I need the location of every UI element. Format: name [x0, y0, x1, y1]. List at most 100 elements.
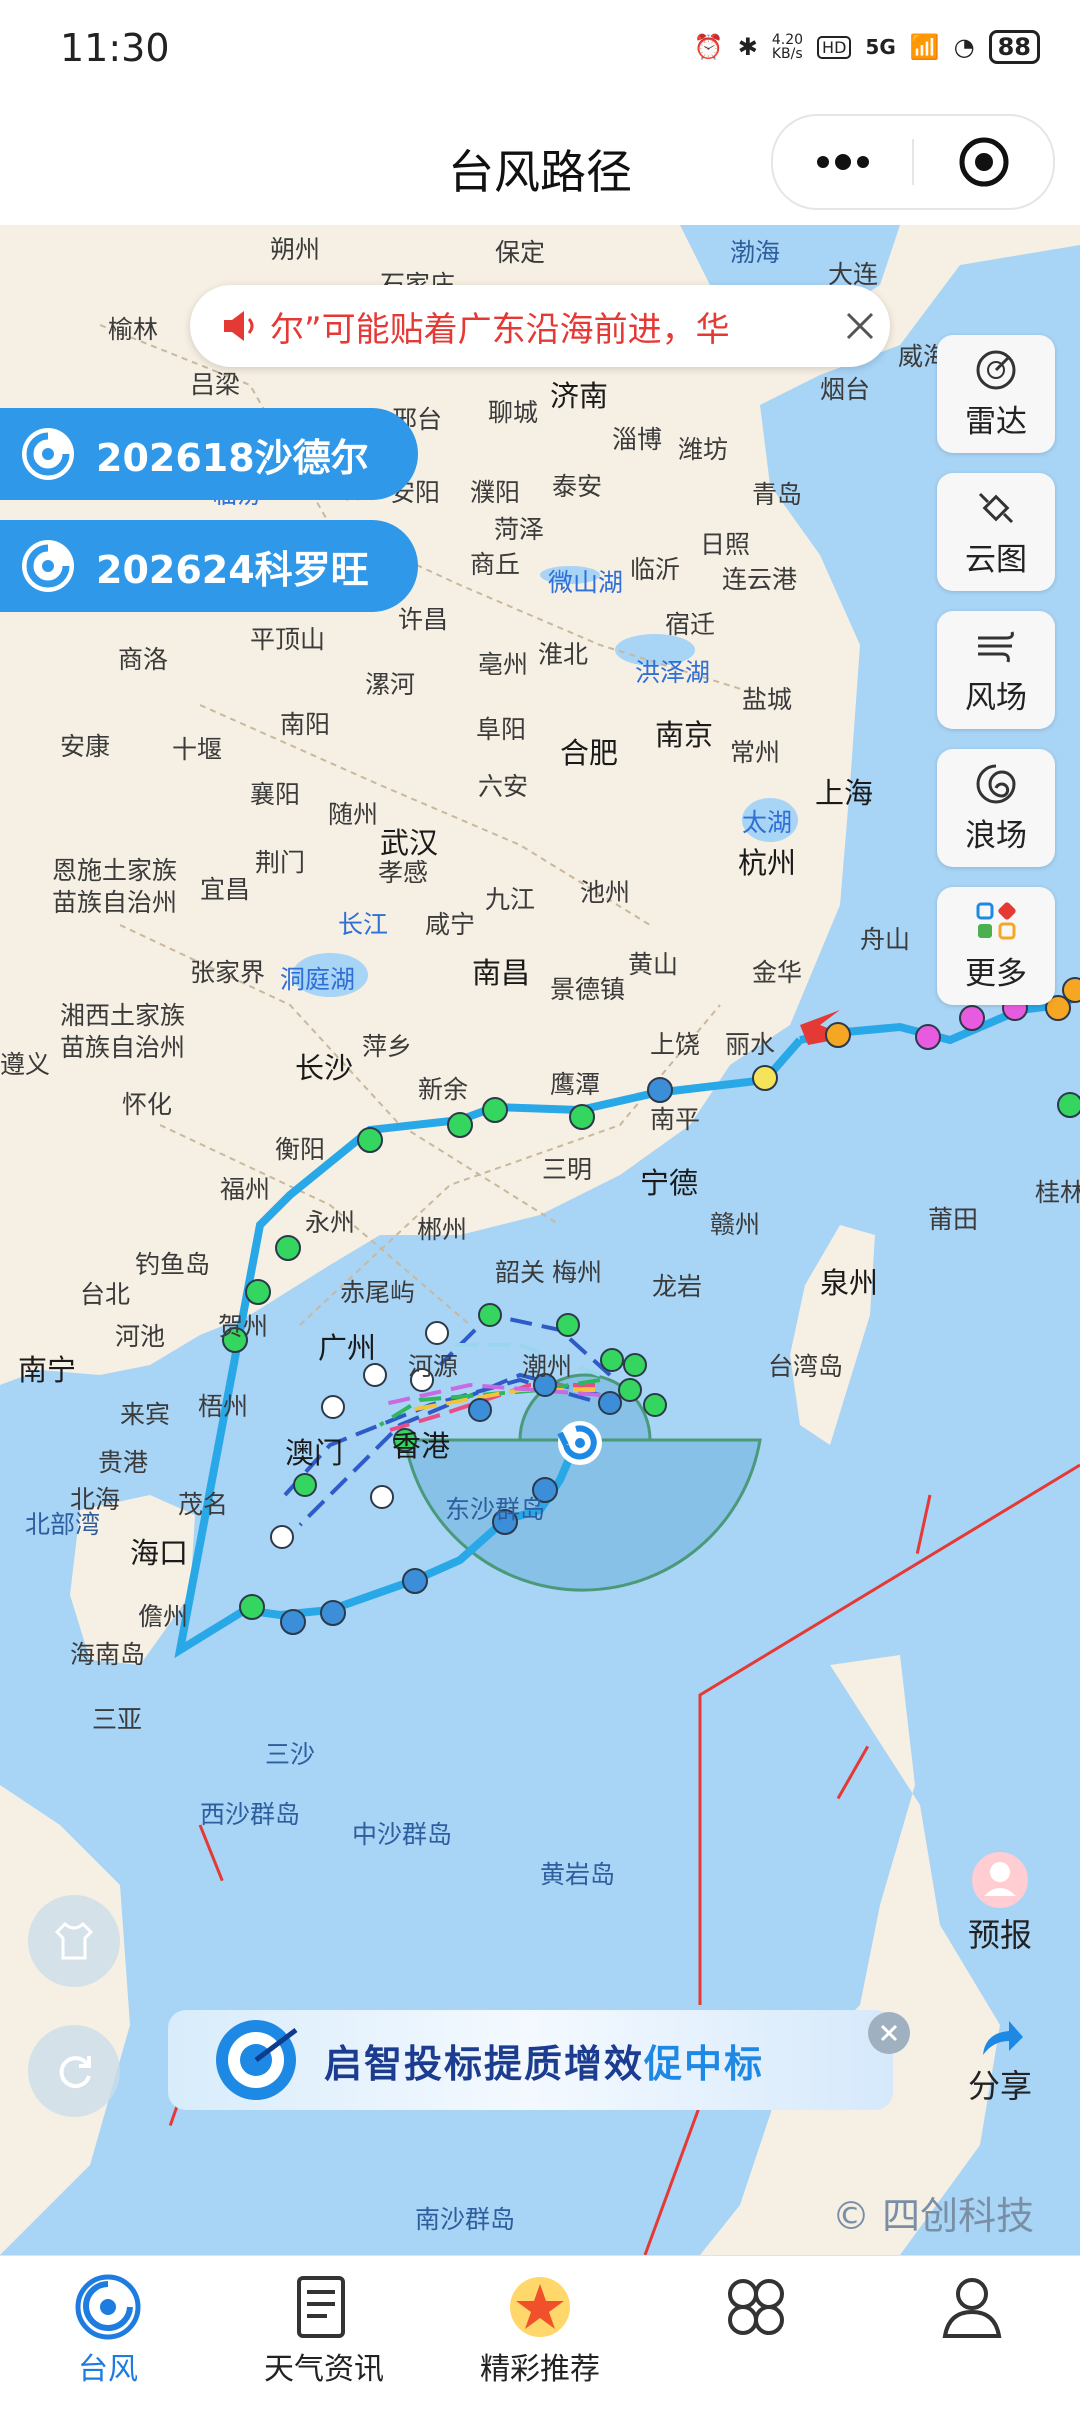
newspaper-icon — [297, 2276, 345, 2338]
layer-toggle-button[interactable] — [28, 1895, 120, 1987]
refresh-button[interactable] — [28, 2025, 120, 2117]
map-label: 北部湾 — [25, 1510, 101, 1539]
share-button[interactable]: 分享 — [940, 2015, 1060, 2107]
nav-featured[interactable]: 精彩推荐 — [432, 2256, 648, 2409]
map-label: 宿迁 — [665, 610, 716, 639]
map-label: 桂林 — [1035, 1178, 1080, 1207]
wifi-icon: ◔ — [953, 33, 975, 61]
map-label: 河源 — [408, 1352, 459, 1381]
forecast-label: 预报 — [967, 1916, 1032, 1954]
map-label: 咸宁 — [425, 910, 476, 939]
map-label: 微山湖 — [548, 568, 624, 597]
map-label: 商洛 — [118, 645, 169, 674]
notice-bar[interactable]: 尔”可能贴着广东沿海前进，华 — [190, 285, 890, 367]
nav-label: 天气资讯 — [264, 2352, 384, 2387]
map-label: 泰安 — [552, 472, 603, 501]
map-label: 澳门 — [285, 1436, 344, 1470]
map-label: 福州 — [220, 1175, 271, 1204]
map-label: 恩施土家族苗族自治州 — [52, 856, 178, 917]
map-label: 东沙群岛 — [445, 1495, 546, 1524]
typhoon-item[interactable]: 202618沙德尔 — [0, 408, 418, 500]
map-label: 黄山 — [628, 950, 679, 979]
map-label: 景德镇 — [550, 975, 626, 1004]
map-label: 宁德 — [640, 1166, 699, 1200]
map-label: 十堰 — [172, 735, 223, 764]
nav-label: 精彩推荐 — [480, 2352, 600, 2387]
map-label: 洪泽湖 — [635, 658, 711, 687]
map-label: 萍乡 — [362, 1032, 413, 1061]
nav-apps[interactable] — [648, 2256, 864, 2409]
tool-radar[interactable]: 雷达 — [937, 335, 1055, 453]
map-label: 中沙群岛 — [352, 1820, 453, 1849]
map-label: 茂名 — [178, 1490, 229, 1519]
map-label: 贵港 — [98, 1448, 149, 1477]
map-label: 朔州 — [270, 235, 321, 264]
map-label: 丽水 — [725, 1030, 776, 1059]
net-speed: 4.20 KB/s — [771, 32, 804, 62]
map-label: 泉州 — [820, 1266, 879, 1300]
tool-wave[interactable]: 浪场 — [937, 749, 1055, 867]
target-logo-icon — [216, 2020, 298, 2100]
bluetooth-icon: ✱ — [737, 33, 758, 61]
ad-banner[interactable]: 启智投标提质增效促中标 — [168, 2010, 893, 2110]
star-badge-icon — [510, 2277, 570, 2337]
close-notice-button[interactable] — [830, 310, 890, 342]
tool-satellite[interactable]: 云图 — [937, 473, 1055, 591]
map-label: 台湾岛 — [768, 1352, 844, 1381]
close-icon — [846, 312, 874, 340]
typhoon-icon — [22, 428, 74, 480]
map-label: 衡阳 — [275, 1135, 326, 1164]
map-label: 池州 — [580, 878, 631, 907]
status-bar: 11:30 ⏰ ✱ 4.20 KB/s HD 5G 📶 ◔ 88 — [0, 0, 1080, 100]
map-label: 漯河 — [365, 670, 416, 699]
nav-typhoon[interactable]: 台风 — [0, 2256, 216, 2409]
map-label: 南京 — [655, 718, 714, 752]
map-label: 常州 — [730, 738, 781, 767]
map-label: 赤尾屿 — [340, 1278, 416, 1307]
typhoon-item[interactable]: 202624科罗旺 — [0, 520, 418, 612]
map-label: 金华 — [752, 958, 803, 987]
map-label: 上饶 — [650, 1030, 701, 1059]
banner-text-highlight: 促中标 — [644, 2041, 765, 2086]
map-label: 梅州 — [552, 1258, 603, 1287]
map-label: 济南 — [550, 379, 609, 413]
status-time: 11:30 — [60, 26, 170, 70]
map-label: 南平 — [650, 1105, 701, 1134]
map-label: 西沙群岛 — [200, 1800, 301, 1829]
map-label: 亳州 — [478, 650, 529, 679]
map-label: 随州 — [328, 800, 379, 829]
forecast-person-icon — [972, 1852, 1028, 1908]
typhoon-icon — [75, 2274, 141, 2340]
map-label: 杭州 — [738, 846, 797, 880]
nav-label: 台风 — [78, 2352, 138, 2387]
tool-label: 云图 — [965, 541, 1027, 578]
signal-icon: 📶 — [909, 33, 940, 61]
map-label: 聊城 — [488, 398, 539, 427]
dots-icon — [816, 154, 869, 170]
map-label: 太湖 — [742, 808, 793, 837]
map-label: 南宁 — [18, 1353, 77, 1387]
map-label: 荆门 — [255, 848, 306, 877]
bottom-nav: 台风 天气资讯 精彩推荐 — [0, 2255, 1080, 2409]
close-banner-button[interactable] — [868, 2012, 910, 2054]
forecast-button[interactable]: 预报 — [940, 1850, 1060, 1956]
battery-icon: 88 — [988, 30, 1040, 64]
nav-profile[interactable] — [864, 2256, 1080, 2409]
tool-label: 风场 — [965, 679, 1027, 716]
map-label: 许昌 — [398, 605, 449, 634]
map-label: 鹰潭 — [550, 1070, 601, 1099]
close-miniprogram-button[interactable] — [914, 116, 1053, 208]
map-label: 商丘 — [470, 550, 521, 579]
tool-more[interactable]: 更多 — [937, 887, 1055, 1005]
status-icons: ⏰ ✱ 4.20 KB/s HD 5G 📶 ◔ 88 — [694, 30, 1040, 64]
tool-wind[interactable]: 风场 — [937, 611, 1055, 729]
map-label: 烟台 — [820, 375, 871, 404]
map-label: 来宾 — [120, 1400, 171, 1429]
more-options-button[interactable] — [773, 116, 912, 208]
map-label: 渤海 — [730, 238, 781, 267]
map-label: 菏泽 — [494, 515, 545, 544]
map-label: 孝感 — [378, 858, 429, 887]
banner-text: 启智投标提质增效促中标 — [324, 2033, 764, 2088]
nav-weather-news[interactable]: 天气资讯 — [216, 2256, 432, 2409]
map-label: 海南岛 — [70, 1640, 146, 1669]
